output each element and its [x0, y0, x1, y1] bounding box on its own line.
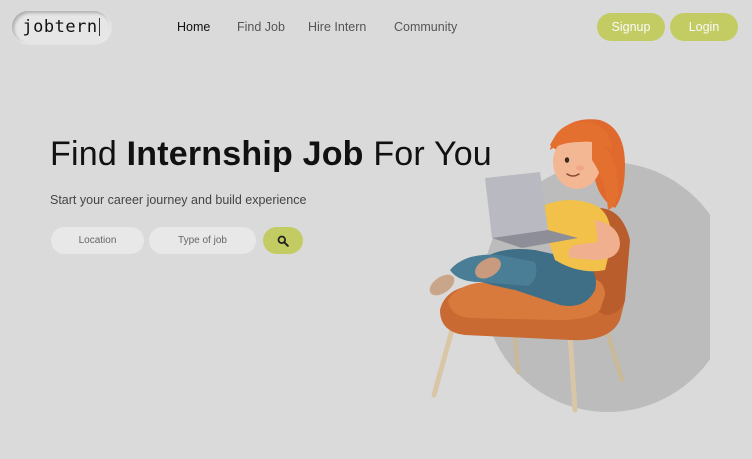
signup-label: Signup — [611, 20, 651, 34]
text-caret — [98, 18, 100, 36]
logo[interactable]: jobtern — [12, 11, 110, 43]
hero-title-bold: Internship Job — [126, 135, 364, 173]
location-input[interactable] — [51, 227, 144, 254]
logo-text: jobtern — [22, 17, 98, 37]
hero-illustration — [429, 119, 710, 413]
login-button[interactable]: Login — [670, 13, 738, 41]
nav-hire-intern[interactable]: Hire Intern — [308, 20, 366, 34]
login-label: Login — [688, 20, 720, 34]
hero-title-pre: Find — [50, 135, 117, 173]
nav-find-job[interactable]: Find Job — [237, 20, 285, 34]
search-icon — [277, 235, 289, 247]
search-button[interactable] — [263, 227, 303, 254]
nav-community[interactable]: Community — [394, 20, 457, 34]
job-type-input[interactable] — [149, 227, 256, 254]
hero-subtitle: Start your career journey and build expe… — [50, 193, 307, 207]
signup-button[interactable]: Signup — [597, 13, 665, 41]
nav-home[interactable]: Home — [177, 20, 210, 34]
